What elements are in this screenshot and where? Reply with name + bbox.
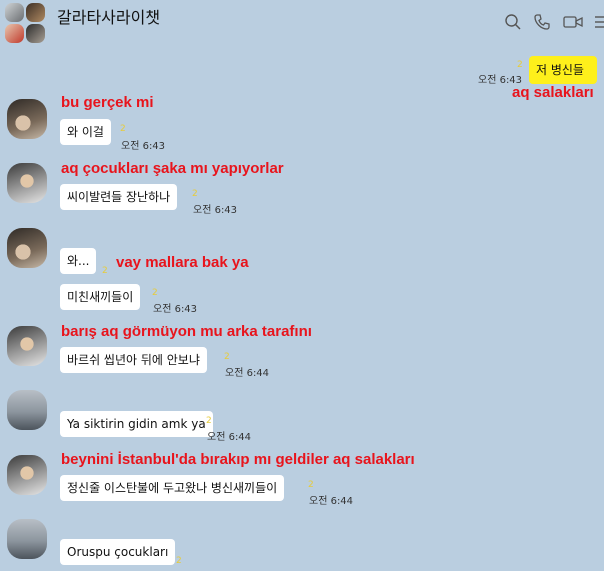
translation-annotation: aq salakları bbox=[512, 84, 594, 101]
message-time: 오전 6:44 bbox=[225, 368, 270, 379]
message-bubble[interactable]: Ya siktirin gidin amk ya bbox=[60, 411, 213, 437]
translation-annotation: vay mallara bak ya bbox=[116, 254, 249, 271]
message-bubble[interactable]: 정신줄 이스탄불에 두고왔나 병신새끼들이 bbox=[60, 475, 285, 501]
message-time: 오전 6:43 bbox=[193, 205, 238, 216]
sender-avatar[interactable] bbox=[7, 519, 47, 559]
search-icon[interactable] bbox=[504, 13, 522, 31]
unread-count: 2 bbox=[517, 60, 523, 70]
unread-count: 2 bbox=[224, 352, 230, 362]
chat-title: 갈라타사라이챗 bbox=[57, 8, 161, 27]
message-time: 오전 6:44 bbox=[309, 496, 354, 507]
translation-annotation: aq çocukları şaka mı yapıyorlar bbox=[61, 160, 284, 177]
translation-annotation: beynini İstanbul'da bırakıp mı geldiler … bbox=[61, 451, 415, 468]
sender-avatar[interactable] bbox=[7, 455, 47, 495]
unread-count: 2 bbox=[192, 189, 198, 199]
message-time: 오전 6:44 bbox=[207, 432, 252, 443]
sender-avatar[interactable] bbox=[7, 228, 47, 268]
message-bubble[interactable]: 바르쉬 씹년아 뒤에 안보냐 bbox=[60, 347, 207, 373]
message-bubble[interactable]: 씨이발련들 장난하나 bbox=[60, 184, 178, 210]
chat-header: 갈라타사라이챗 bbox=[0, 0, 604, 46]
unread-count: 2 bbox=[206, 416, 212, 426]
unread-count: 2 bbox=[102, 266, 108, 276]
unread-count: 2 bbox=[308, 480, 314, 490]
member-avatar bbox=[26, 24, 45, 43]
sender-avatar[interactable] bbox=[7, 390, 47, 430]
sender-avatar[interactable] bbox=[7, 99, 47, 139]
video-icon[interactable] bbox=[563, 13, 583, 31]
message-bubble[interactable]: 와... bbox=[60, 248, 97, 274]
message-time: 오전 6:43 bbox=[121, 141, 166, 152]
message-bubble[interactable]: 저 병신들 bbox=[529, 56, 597, 84]
message-time: 오전 6:43 bbox=[153, 304, 198, 315]
sender-avatar[interactable] bbox=[7, 326, 47, 366]
menu-icon[interactable] bbox=[593, 13, 604, 31]
member-avatar bbox=[5, 3, 24, 22]
call-icon[interactable] bbox=[533, 13, 551, 31]
translation-annotation: barış aq görmüyon mu arka tarafını bbox=[61, 323, 312, 340]
message-bubble[interactable]: Oruspu çocukları bbox=[60, 539, 176, 565]
translation-annotation: bu gerçek mi bbox=[61, 94, 154, 111]
member-avatar bbox=[5, 24, 24, 43]
unread-count: 2 bbox=[152, 288, 158, 298]
unread-count: 2 bbox=[120, 124, 126, 134]
member-avatar bbox=[26, 3, 45, 22]
message-bubble[interactable]: 미친새끼들이 bbox=[60, 284, 141, 310]
message-bubble[interactable]: 와 이걸 bbox=[60, 119, 111, 145]
unread-count: 2 bbox=[176, 556, 182, 566]
group-avatar[interactable] bbox=[5, 3, 45, 43]
sender-avatar[interactable] bbox=[7, 163, 47, 203]
